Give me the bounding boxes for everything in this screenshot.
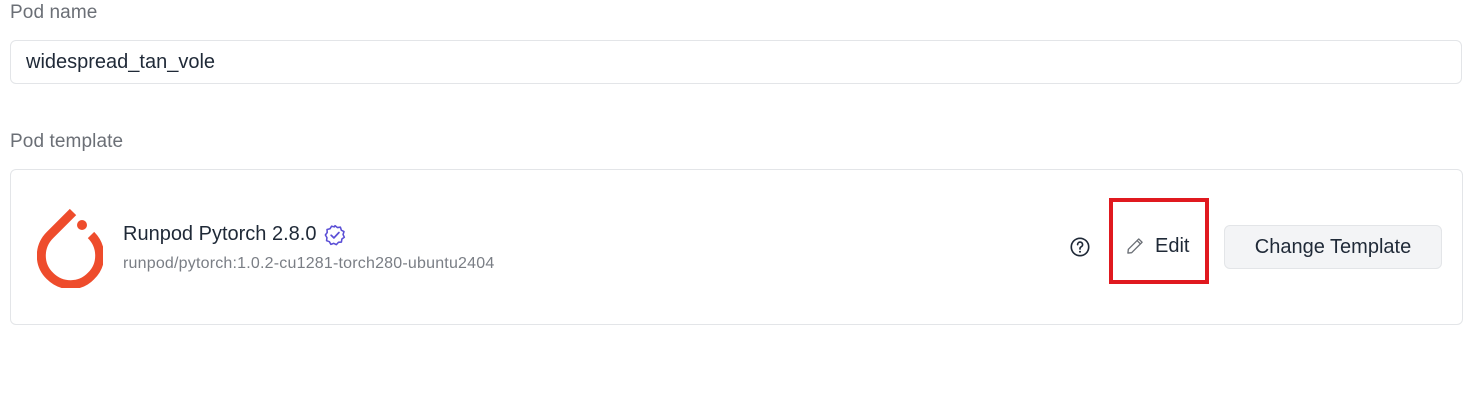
- pytorch-logo-icon: [37, 208, 103, 288]
- pencil-icon: [1127, 238, 1143, 254]
- edit-button-label: Edit: [1155, 234, 1190, 257]
- change-template-button[interactable]: Change Template: [1224, 225, 1442, 269]
- template-title-row: Runpod Pytorch 2.8.0: [123, 223, 346, 246]
- template-name: Runpod Pytorch 2.8.0: [123, 223, 317, 245]
- template-image-name: runpod/pytorch:1.0.2-cu1281-torch280-ubu…: [123, 255, 495, 272]
- question-circle-icon[interactable]: [1069, 236, 1091, 258]
- pod-template-label: Pod template: [10, 131, 124, 152]
- pod-name-input[interactable]: [10, 40, 1462, 84]
- edit-template-button[interactable]: Edit: [1117, 224, 1197, 268]
- pod-config-page: Pod name Pod template Runpod Pytorch 2.8…: [0, 0, 1474, 417]
- pod-name-label: Pod name: [10, 2, 98, 23]
- template-card: Runpod Pytorch 2.8.0 runpod/pytorch:1.0.…: [10, 169, 1463, 325]
- verified-badge-icon: [325, 224, 346, 245]
